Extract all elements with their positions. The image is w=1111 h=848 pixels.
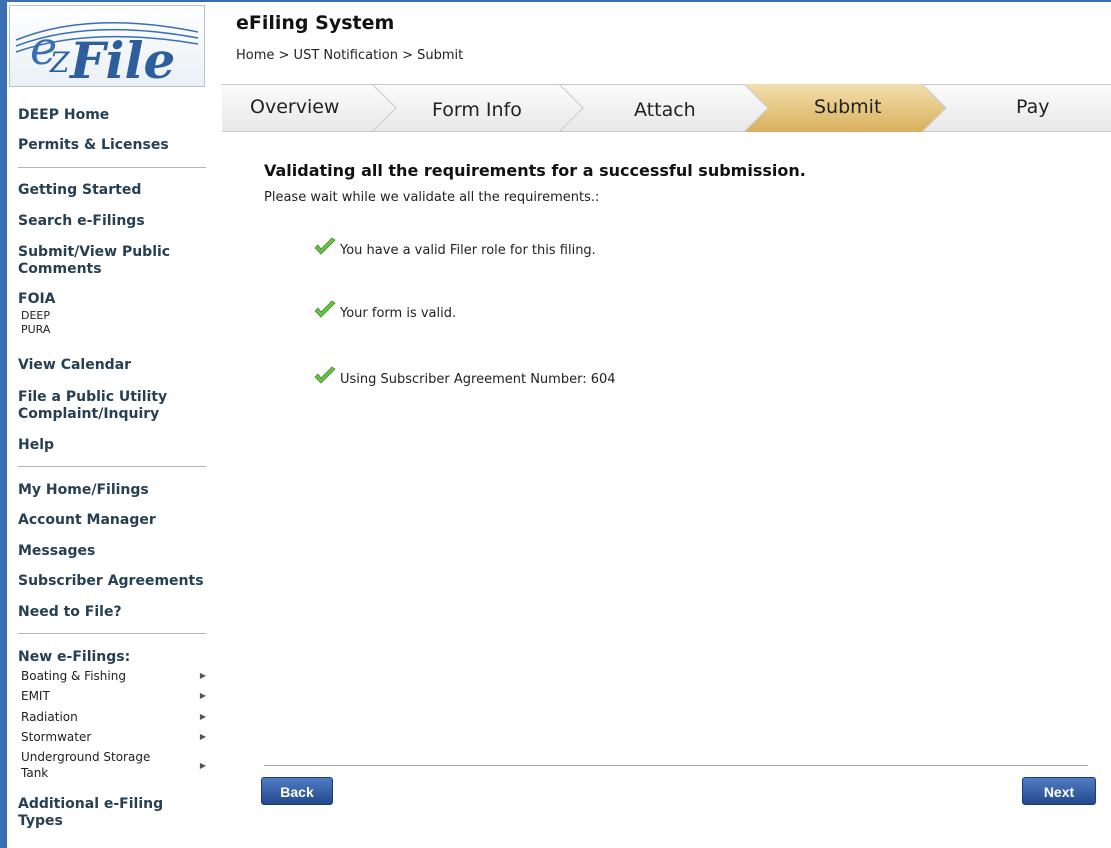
svg-text:Z: Z — [49, 46, 70, 79]
sidebar-divider — [18, 466, 206, 467]
validation-heading: Validating all the requirements for a su… — [264, 161, 806, 180]
step-attach: Attach — [634, 99, 696, 121]
nav-additional-efiling-types-line2[interactable]: Types — [18, 812, 63, 830]
sidebar-divider — [18, 167, 206, 168]
chevron-right-icon: ▶ — [199, 712, 206, 721]
nav-foia-pura[interactable]: PURA — [21, 323, 50, 337]
nav-view-calendar[interactable]: View Calendar — [18, 356, 131, 374]
menu-item-label-line2: Tank — [21, 766, 49, 780]
nav-search-efilings[interactable]: Search e-Filings — [18, 212, 145, 230]
chevron-right-icon: ▶ — [199, 732, 206, 741]
checkmark-icon — [313, 366, 337, 390]
check-text: Your form is valid. — [340, 306, 457, 321]
check-text: You have a valid Filer role for this fil… — [340, 243, 596, 258]
breadcrumb[interactable]: Home > UST Notification > Submit — [236, 48, 463, 63]
nav-account-manager[interactable]: Account Manager — [18, 511, 156, 529]
nav-deep-home[interactable]: DEEP Home — [18, 106, 109, 124]
step-overview: Overview — [250, 96, 340, 118]
menu-item-label: Boating & Fishing — [21, 669, 126, 683]
nav-submit-view-public-comments[interactable]: Submit/View Public — [18, 243, 170, 261]
step-form-info: Form Info — [432, 99, 522, 121]
back-button[interactable]: Back — [261, 777, 333, 805]
menu-item-boating-fishing[interactable]: Boating & Fishing ▶ — [21, 666, 206, 686]
next-button[interactable]: Next — [1022, 777, 1096, 805]
nav-file-complaint[interactable]: File a Public Utility — [18, 388, 167, 406]
page-title: eFiling System — [236, 12, 395, 34]
nav-foia[interactable]: FOIA — [18, 290, 56, 308]
menu-item-radiation[interactable]: Radiation ▶ — [21, 707, 206, 727]
validation-subheading: Please wait while we validate all the re… — [264, 190, 600, 205]
chevron-right-icon: ▶ — [199, 671, 206, 680]
menu-item-label: EMIT — [21, 689, 50, 703]
top-border — [0, 0, 1111, 2]
new-efilings-heading: New e-Filings: — [18, 649, 131, 665]
nav-file-complaint-line2[interactable]: Complaint/Inquiry — [18, 405, 159, 423]
step-pay: Pay — [1016, 96, 1050, 118]
menu-item-stormwater[interactable]: Stormwater ▶ — [21, 727, 206, 747]
chevron-right-icon: ▶ — [199, 691, 206, 700]
footer-divider — [264, 765, 1088, 766]
step-submit: Submit — [814, 96, 882, 118]
nav-messages[interactable]: Messages — [18, 542, 95, 560]
svg-text:File: File — [68, 31, 175, 88]
chevron-right-icon: ▶ — [199, 761, 206, 770]
nav-getting-started[interactable]: Getting Started — [18, 181, 141, 199]
sidebar-divider — [18, 633, 206, 634]
menu-item-underground-storage-tank[interactable]: Underground Storage Tank ▶ — [21, 749, 206, 781]
nav-additional-efiling-types[interactable]: Additional e-Filing — [18, 795, 163, 813]
nav-foia-deep[interactable]: DEEP — [21, 309, 50, 323]
step-progress-bar: Overview Form Info Attach Submit Pay — [222, 84, 1111, 132]
menu-item-label: Underground Storage — [21, 750, 151, 764]
menu-item-emit[interactable]: EMIT ▶ — [21, 686, 206, 706]
nav-submit-view-public-comments-line2[interactable]: Comments — [18, 260, 102, 278]
nav-help[interactable]: Help — [18, 436, 54, 454]
check-text: Using Subscriber Agreement Number: 604 — [340, 372, 616, 387]
menu-item-label: Stormwater — [21, 730, 92, 744]
left-border — [0, 0, 7, 848]
nav-subscriber-agreements[interactable]: Subscriber Agreements — [18, 572, 204, 590]
menu-item-label: Radiation — [21, 710, 78, 724]
checkmark-icon — [313, 237, 337, 261]
ezfile-logo[interactable]: e Z File — [9, 5, 205, 88]
nav-permits-licenses[interactable]: Permits & Licenses — [18, 136, 169, 154]
nav-my-home-filings[interactable]: My Home/Filings — [18, 481, 149, 499]
app-window: e Z File eFiling System Home > UST Notif… — [0, 0, 1111, 848]
checkmark-icon — [313, 300, 337, 324]
nav-need-to-file[interactable]: Need to File? — [18, 603, 122, 621]
